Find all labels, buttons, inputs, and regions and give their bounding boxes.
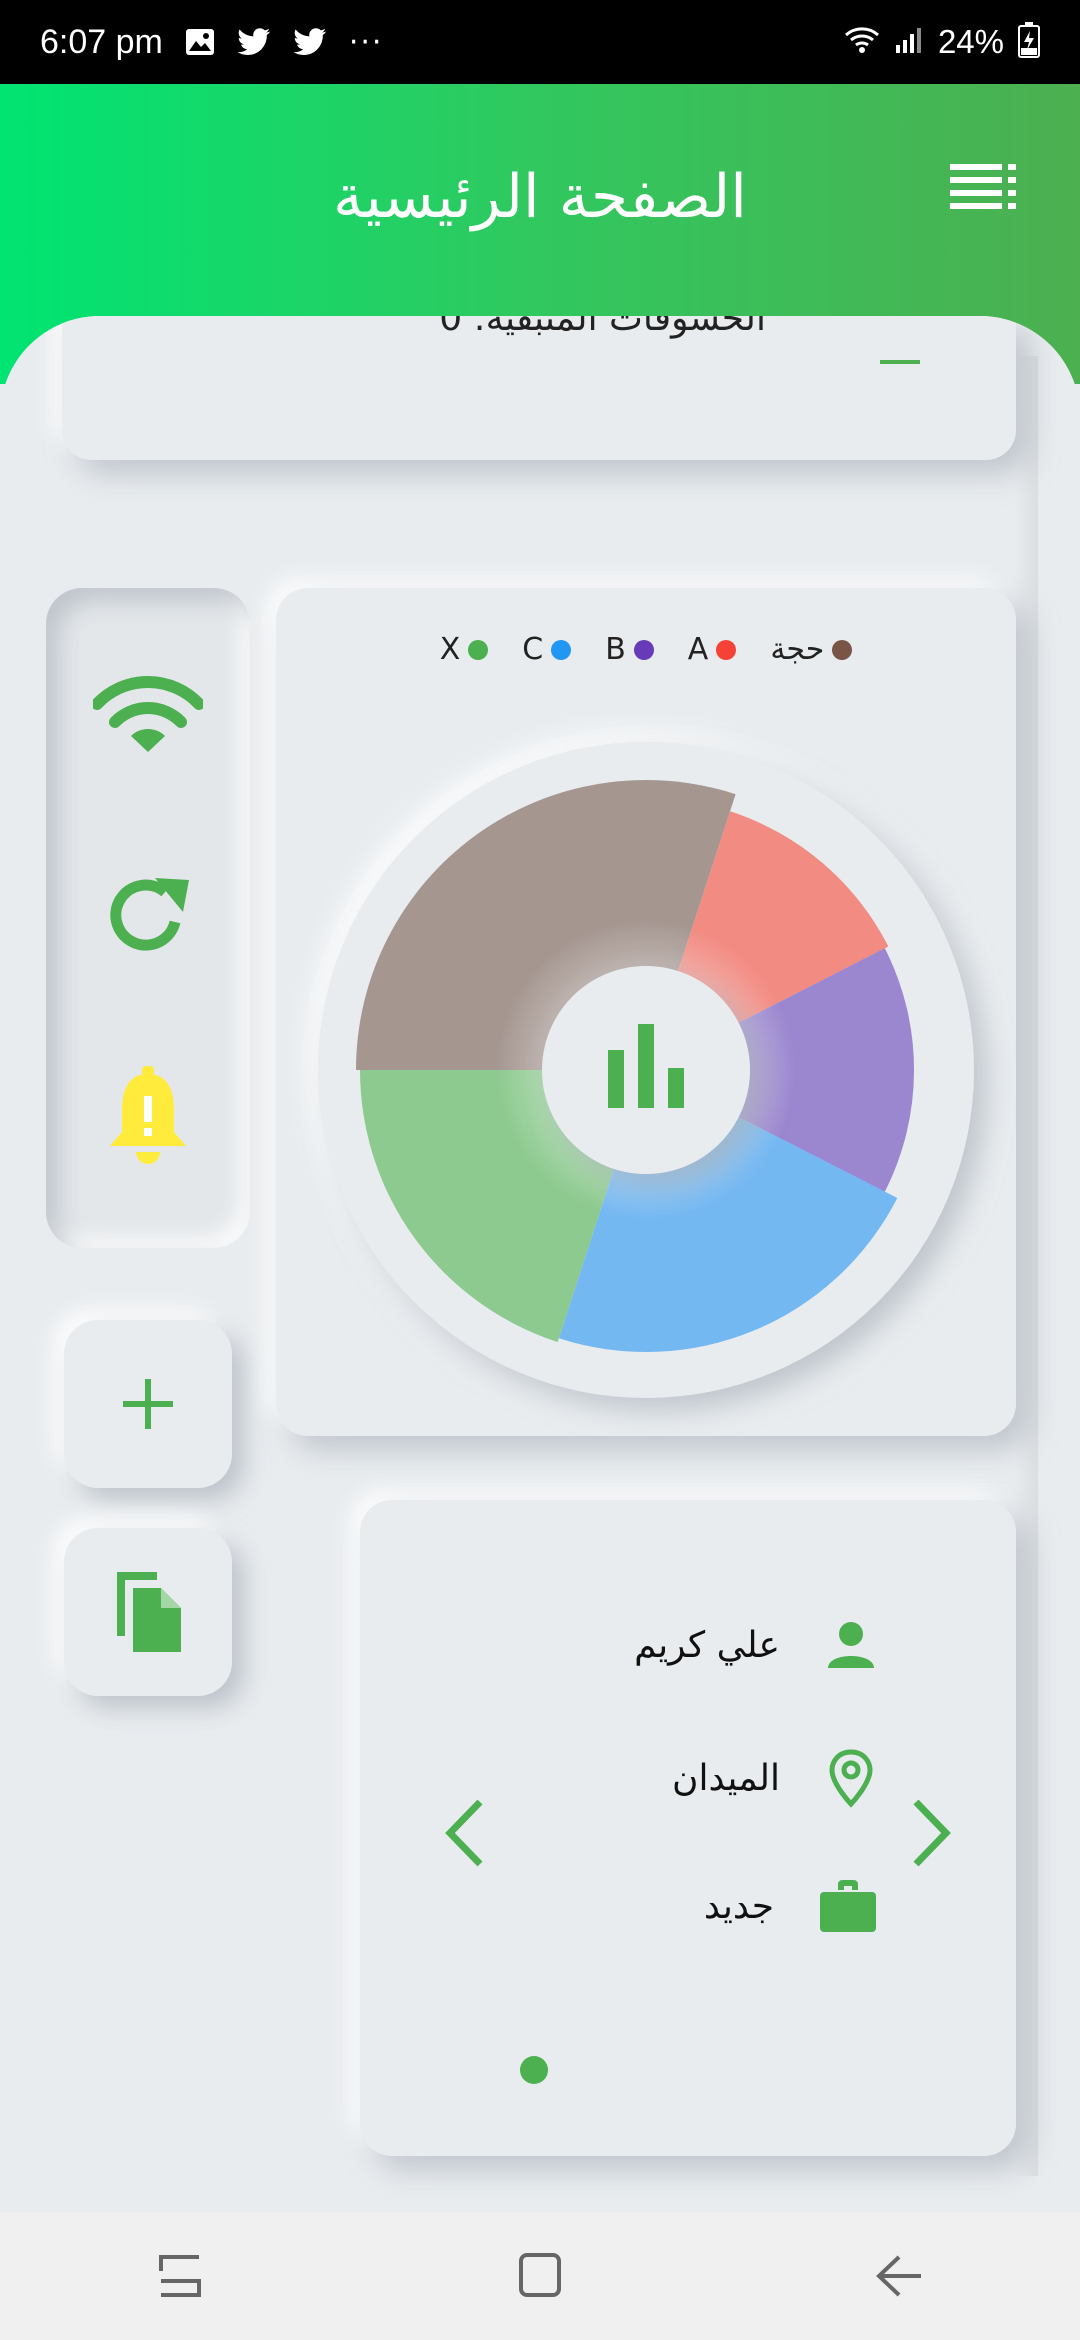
chevron-right-icon: [913, 1799, 951, 1867]
main-content[interactable]: الحسوفات المتبقية: 0 حجة A B C X علي كري…: [0, 316, 1080, 2216]
battery-percent: 24%: [937, 23, 1004, 60]
next-button[interactable]: [910, 1796, 954, 1874]
status-text: جديد: [703, 1885, 774, 1927]
person-icon: [828, 1622, 874, 1668]
pie-chart[interactable]: [276, 588, 1016, 1436]
status-right: 24%: [844, 22, 1040, 62]
page-title: الصفحة الرئيسية: [333, 162, 747, 232]
summary-text: الحسوفات المتبقية: 0: [439, 316, 766, 339]
recents-icon: [159, 2255, 201, 2297]
briefcase-icon: [820, 1880, 876, 1932]
scroll-shade: [1014, 356, 1038, 2176]
more-notifications-icon: ···: [348, 24, 384, 60]
summary-card: الحسوفات المتبقية: 0: [62, 316, 1016, 460]
location-name: الميدان: [672, 1757, 780, 1799]
home-icon: [519, 2253, 561, 2297]
info-card[interactable]: علي كريم الميدان جديد: [360, 1500, 1016, 2156]
collapse-icon[interactable]: [880, 360, 920, 364]
copy-document-icon: [117, 1572, 181, 1652]
info-row-location: الميدان: [672, 1748, 876, 1808]
prev-button[interactable]: [442, 1796, 486, 1874]
refresh-button[interactable]: [103, 870, 193, 964]
signal-icon: [894, 25, 924, 59]
refresh-icon: [110, 878, 189, 951]
battery-icon: [1018, 22, 1040, 62]
wifi-button[interactable]: [91, 674, 205, 758]
twitter-icon: [293, 28, 327, 56]
documents-button[interactable]: [64, 1528, 232, 1696]
twitter-icon: [237, 28, 271, 56]
home-button[interactable]: [500, 2236, 580, 2316]
system-nav-bar: [0, 2212, 1080, 2340]
back-button[interactable]: [860, 2236, 940, 2316]
image-icon: [185, 28, 215, 56]
menu-button[interactable]: [950, 162, 1020, 212]
recents-button[interactable]: [140, 2236, 220, 2316]
wifi-icon: [91, 676, 205, 752]
pager-dot-active[interactable]: [520, 2056, 548, 2084]
plus-icon: [123, 1379, 173, 1429]
chart-card: حجة A B C X: [276, 588, 1016, 1436]
status-bar: 6:07 pm ··· 24%: [0, 0, 1080, 84]
alert-button[interactable]: [106, 1066, 190, 1170]
menu-icon: [950, 164, 1016, 209]
info-row-status: جديد: [704, 1880, 876, 1932]
status-time: 6:07 pm: [40, 22, 163, 61]
location-pin-icon: [829, 1749, 873, 1808]
add-button[interactable]: [64, 1320, 232, 1488]
back-arrow-icon: [876, 2255, 921, 2297]
wifi-icon: [844, 25, 880, 59]
chevron-left-icon: [445, 1799, 483, 1867]
bell-alert-icon: [110, 1066, 186, 1164]
side-panel: [46, 588, 250, 1248]
info-row-name: علي كريم: [634, 1620, 876, 1670]
person-name: علي كريم: [634, 1624, 780, 1666]
